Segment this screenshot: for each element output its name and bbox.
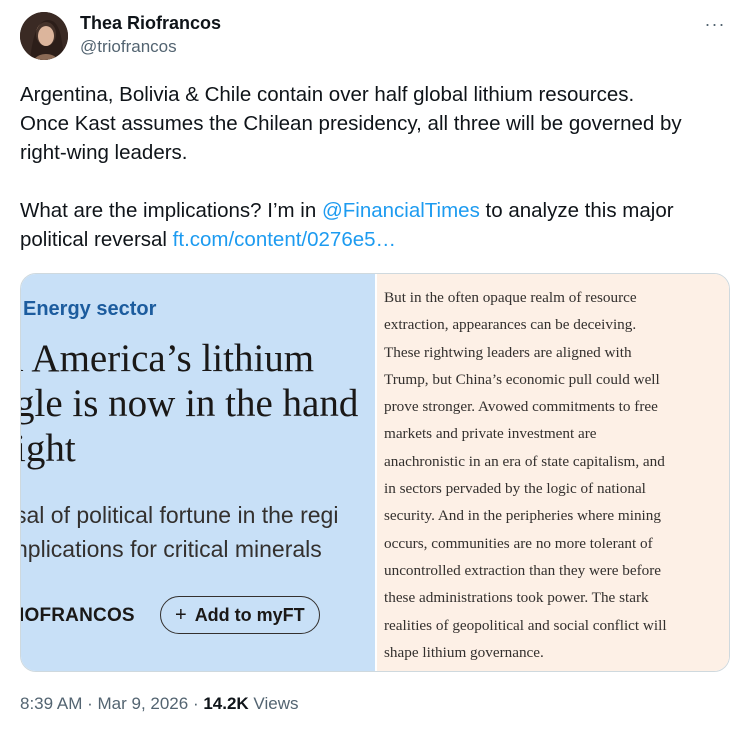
tweet-line: Once Kast assumes the Chilean presidency… [20, 112, 682, 135]
add-to-myft-label: Add to myFT [194, 604, 305, 625]
article-byline: IOFRANCOS [21, 605, 135, 626]
article-excerpt-image[interactable]: But in the often opaque realm of resourc… [377, 274, 729, 671]
article-standfirst-line: sal of political fortune in the regi [21, 502, 339, 528]
tweet-line: right-wing leaders. [20, 141, 188, 164]
views-count: 14.2K [203, 694, 249, 713]
article-kicker: Energy sector [23, 298, 157, 320]
article-excerpt-text: But in the often opaque realm of resourc… [384, 284, 729, 666]
excerpt-line: uncontrolled extraction than they were b… [384, 561, 662, 579]
excerpt-line: in sectors pervaded by the logic of nati… [384, 480, 646, 498]
tweet-line: to analyze this major [479, 199, 674, 222]
tweet-meta: 8:39 AM · Mar 9, 2026 · 14.2K Views [20, 694, 298, 714]
excerpt-line: shape lithium governance. [384, 643, 544, 661]
tweet-line: What are the implications? I’m in [20, 199, 322, 222]
plus-icon: + [175, 603, 187, 626]
article-headline-line: ı America’s lithium [21, 337, 315, 380]
excerpt-line: These rightwing leaders are aligned with [384, 343, 632, 361]
author-avatar[interactable] [20, 12, 68, 60]
excerpt-line: these administrations took power. The st… [384, 589, 649, 607]
avatar-image [20, 12, 68, 60]
author-name[interactable]: Thea Riofrancos [80, 12, 221, 34]
post-time[interactable]: 8:39 AM [20, 694, 82, 713]
views-label: Views [248, 694, 299, 713]
excerpt-line: occurs, communities are no more tolerant… [384, 534, 653, 552]
mention-link[interactable]: @FinancialTimes [322, 199, 480, 222]
media-card[interactable]: Energy sector ı America’s lithium gle is… [20, 273, 730, 672]
excerpt-line: realities of geopolitical and social con… [384, 616, 667, 634]
article-headline-line: ight [21, 427, 76, 470]
tweet-line: political reversal [20, 228, 173, 251]
excerpt-line: But in the often opaque realm of resourc… [384, 289, 637, 306]
excerpt-line: markets and private investment are [384, 425, 597, 443]
excerpt-line: extraction, appearances can be deceiving… [384, 316, 637, 334]
tweet-text: Argentina, Bolivia & Chile contain over … [20, 80, 732, 254]
excerpt-line: prove stronger. Avowed commitments to fr… [384, 398, 658, 416]
article-standfirst-line: nplications for critical minerals [21, 536, 322, 562]
excerpt-line: Trump, but China’s economic pull could w… [384, 370, 660, 388]
excerpt-line: security. And in the peripheries where m… [384, 507, 661, 525]
author-handle[interactable]: @triofrancos [80, 37, 177, 57]
article-link[interactable]: ft.com/content/0276e5… [173, 228, 396, 251]
post-date[interactable]: Mar 9, 2026 [97, 694, 188, 713]
meta-separator: · [82, 694, 98, 713]
more-options-icon[interactable]: ··· [701, 10, 729, 38]
add-to-myft-button: + Add to myFT [160, 596, 320, 634]
excerpt-line: anachronistic in an era of state capital… [384, 452, 665, 470]
article-screenshot-image[interactable]: Energy sector ı America’s lithium gle is… [21, 274, 375, 671]
meta-separator: · [188, 694, 204, 713]
tweet-line: Argentina, Bolivia & Chile contain over … [20, 83, 635, 106]
article-headline-line: gle is now in the hand [21, 382, 359, 425]
